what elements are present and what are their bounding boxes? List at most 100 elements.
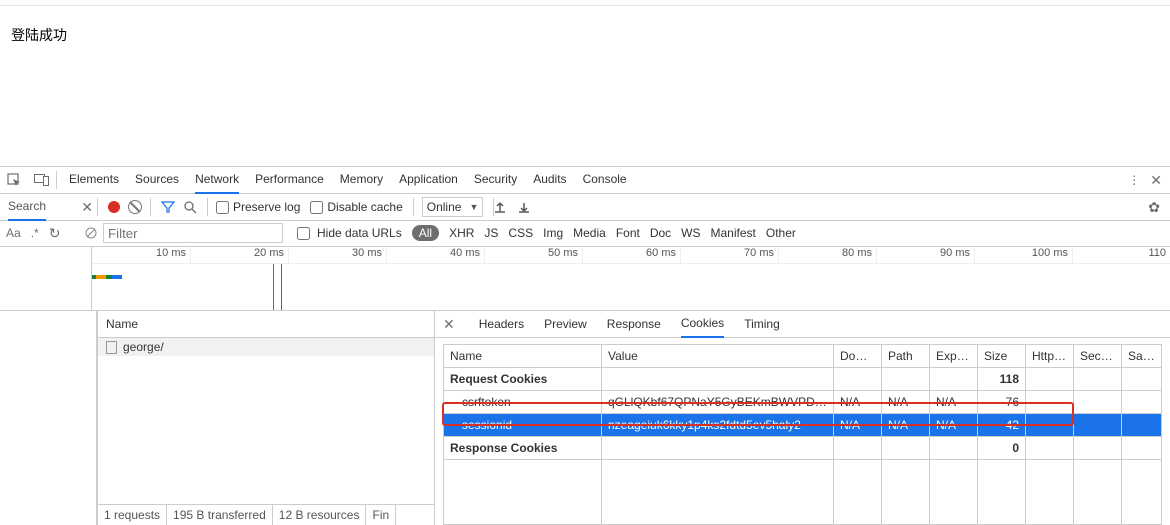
export-har-icon[interactable] xyxy=(518,201,530,213)
devtools-tabs: Elements Sources Network Performance Mem… xyxy=(69,166,1128,194)
timeline-tick: 60 ms xyxy=(582,247,680,263)
network-toolbar: Search ✕ Preserve log Disable cache Onli… xyxy=(0,194,1170,221)
refresh-search-icon[interactable]: ↻ xyxy=(49,225,61,242)
close-devtools-icon[interactable]: ✕ xyxy=(1150,172,1162,189)
request-detail-pane: ✕ Headers Preview Response Cookies Timin… xyxy=(435,311,1170,525)
tab-sources[interactable]: Sources xyxy=(135,166,179,192)
detail-tab-preview[interactable]: Preview xyxy=(544,311,587,337)
tab-security[interactable]: Security xyxy=(474,166,517,192)
filter-cat-ws[interactable]: WS xyxy=(681,226,700,240)
toggle-device-icon[interactable] xyxy=(28,171,57,189)
col-http[interactable]: Http… xyxy=(1026,345,1074,368)
throttling-select[interactable]: Online ▼ xyxy=(422,197,484,217)
summary-resources: 12 B resources xyxy=(273,505,367,525)
search-tab[interactable]: Search xyxy=(8,193,46,221)
detail-tab-response[interactable]: Response xyxy=(607,311,661,337)
detail-tabs: ✕ Headers Preview Response Cookies Timin… xyxy=(435,311,1170,338)
timeline-tick: 30 ms xyxy=(288,247,386,263)
page-content: 登陆成功 xyxy=(0,0,1170,167)
divider xyxy=(97,198,98,216)
search-results-pane xyxy=(0,311,97,525)
tab-network[interactable]: Network xyxy=(195,166,239,194)
detail-tab-cookies[interactable]: Cookies xyxy=(681,310,724,338)
timeline-tick: 110 xyxy=(1072,247,1170,263)
filter-cat-xhr[interactable]: XHR xyxy=(449,226,474,240)
request-row[interactable]: george/ xyxy=(98,338,434,356)
devtools-tabbar: Elements Sources Network Performance Mem… xyxy=(0,167,1170,194)
filter-cat-font[interactable]: Font xyxy=(616,226,640,240)
cookie-name: csrftoken xyxy=(444,391,602,414)
filter-cat-all[interactable]: All xyxy=(412,225,439,241)
cookie-path: N/A xyxy=(882,414,930,437)
load-marker xyxy=(281,264,282,310)
col-secure[interactable]: Secure xyxy=(1074,345,1122,368)
cookie-expires: N/A xyxy=(930,414,978,437)
disable-cache-label: Disable cache xyxy=(327,200,402,214)
timeline-tick: 90 ms xyxy=(876,247,974,263)
timeline-tick: 10 ms xyxy=(92,247,190,263)
tab-memory[interactable]: Memory xyxy=(340,166,383,192)
timeline-tick: 70 ms xyxy=(680,247,778,263)
preserve-log-checkbox[interactable]: Preserve log xyxy=(216,200,300,214)
network-main: Name george/ 1 requests 195 B transferre… xyxy=(0,311,1170,525)
tab-elements[interactable]: Elements xyxy=(69,166,119,192)
response-cookies-section: Response Cookies0 xyxy=(444,437,1162,460)
summary-transferred: 195 B transferred xyxy=(167,505,273,525)
cookies-table: Name Value Dom… Path Expi… Size Http… Se… xyxy=(443,344,1162,525)
document-icon xyxy=(106,341,117,354)
col-path[interactable]: Path xyxy=(882,345,930,368)
divider xyxy=(150,198,151,216)
detail-tab-headers[interactable]: Headers xyxy=(479,311,524,337)
summary-finish: Fin xyxy=(366,505,396,525)
regex-toggle[interactable]: .* xyxy=(31,226,39,240)
tab-performance[interactable]: Performance xyxy=(255,166,324,192)
tab-application[interactable]: Application xyxy=(399,166,458,192)
filter-cat-manifest[interactable]: Manifest xyxy=(711,226,756,240)
filter-toggle-icon[interactable] xyxy=(161,200,177,214)
hide-data-urls-checkbox[interactable]: Hide data URLs xyxy=(293,224,402,243)
inspect-element-icon[interactable] xyxy=(0,173,28,187)
devtools-panel: Elements Sources Network Performance Mem… xyxy=(0,167,1170,525)
timeline-tick: 80 ms xyxy=(778,247,876,263)
filter-cat-other[interactable]: Other xyxy=(766,226,796,240)
match-case-toggle[interactable]: Aa xyxy=(6,226,21,240)
cookie-row-selected[interactable]: sessionid nzeageiuk6kky1p4ks2fdtd5ev5hal… xyxy=(444,414,1162,437)
page-top-divider xyxy=(0,0,1170,6)
network-settings-icon[interactable]: ✿ xyxy=(1148,199,1160,216)
tab-console[interactable]: Console xyxy=(583,166,627,192)
cookies-header-row[interactable]: Name Value Dom… Path Expi… Size Http… Se… xyxy=(444,345,1162,368)
cookie-row[interactable]: csrftoken qGLlQKbf67QPNaY5GyBEKmBWVPD… N… xyxy=(444,391,1162,414)
col-value[interactable]: Value xyxy=(602,345,834,368)
filter-cat-css[interactable]: CSS xyxy=(508,226,533,240)
search-icon[interactable] xyxy=(183,200,199,214)
filter-input[interactable] xyxy=(103,223,283,243)
close-search-icon[interactable]: ✕ xyxy=(81,199,93,216)
clear-search-results-icon[interactable] xyxy=(85,227,97,239)
filter-cat-media[interactable]: Media xyxy=(573,226,606,240)
tab-audits[interactable]: Audits xyxy=(533,166,566,192)
col-domain[interactable]: Dom… xyxy=(834,345,882,368)
network-timeline[interactable]: 10 ms 20 ms 30 ms 40 ms 50 ms 60 ms 70 m… xyxy=(0,247,1170,311)
col-size[interactable]: Size xyxy=(978,345,1026,368)
clear-log-icon[interactable] xyxy=(128,200,142,214)
divider xyxy=(207,198,208,216)
detail-tab-timing[interactable]: Timing xyxy=(744,311,780,337)
timeline-request-bar xyxy=(92,268,122,282)
cookie-path: N/A xyxy=(882,391,930,414)
filter-cat-js[interactable]: JS xyxy=(484,226,498,240)
domcontentloaded-marker xyxy=(273,264,274,310)
record-button-icon[interactable] xyxy=(108,201,120,213)
close-detail-icon[interactable]: ✕ xyxy=(443,316,455,333)
request-list-header[interactable]: Name xyxy=(98,311,434,338)
col-same[interactable]: Sam… xyxy=(1122,345,1162,368)
import-har-icon[interactable] xyxy=(494,201,506,213)
disable-cache-checkbox[interactable]: Disable cache xyxy=(310,200,402,214)
login-success-text: 登陆成功 xyxy=(11,25,67,45)
cookie-size: 76 xyxy=(978,391,1026,414)
filter-cat-doc[interactable]: Doc xyxy=(650,226,671,240)
filter-cat-img[interactable]: Img xyxy=(543,226,563,240)
col-expires[interactable]: Expi… xyxy=(930,345,978,368)
cookie-expires: N/A xyxy=(930,391,978,414)
col-name[interactable]: Name xyxy=(444,345,602,368)
more-icon[interactable]: ⋮ xyxy=(1128,173,1140,187)
